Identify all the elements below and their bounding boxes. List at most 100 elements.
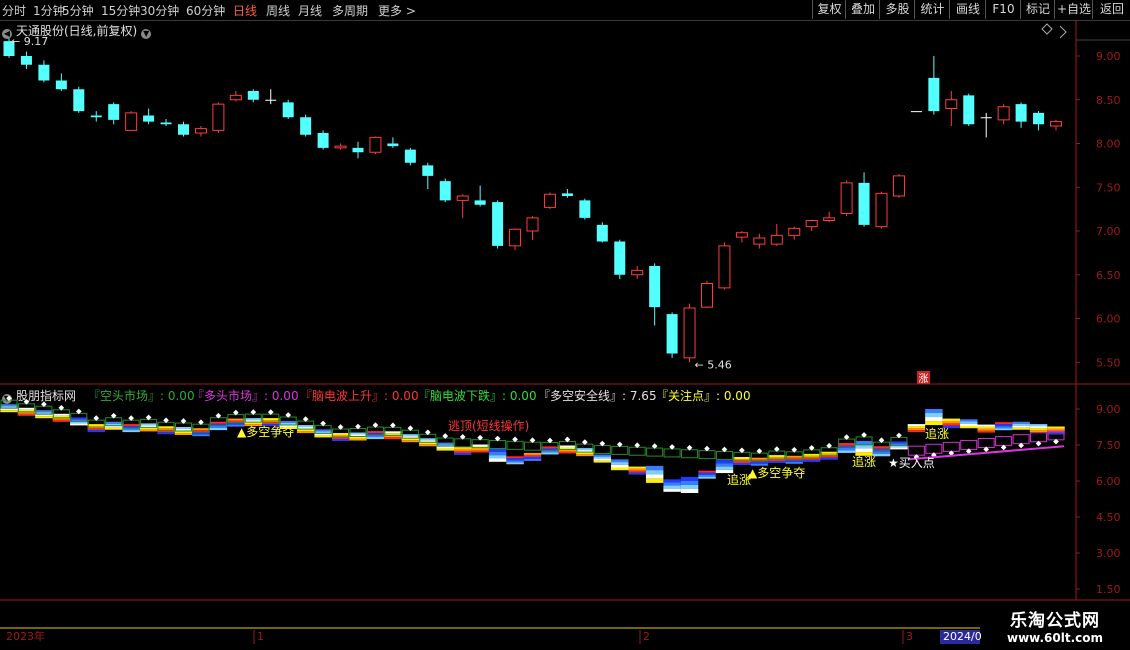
heat-band-cell	[401, 440, 420, 443]
candle-body	[300, 117, 312, 135]
heat-band-cell	[349, 432, 367, 435]
candle-body	[561, 193, 573, 196]
heat-band-cell	[925, 413, 943, 418]
heat-band-cell	[715, 463, 734, 467]
heat-band-cell	[837, 450, 856, 453]
heat-band-cell	[366, 437, 385, 440]
heat-band-cell	[488, 448, 507, 452]
heat-band-cell	[820, 451, 838, 454]
bull-box	[1030, 432, 1048, 443]
heat-band-cell	[35, 416, 53, 419]
bear-box	[593, 445, 611, 455]
heat-band-cell	[977, 428, 995, 431]
heat-band-cell	[87, 430, 105, 433]
heat-band-cell	[960, 419, 978, 422]
heat-band-cell	[454, 450, 472, 453]
bull-box	[925, 443, 943, 454]
price-tick-label: 8.50	[1096, 94, 1121, 107]
time-axis-label: 3	[906, 630, 913, 643]
heat-band-cell	[750, 457, 769, 460]
candle-body	[265, 99, 277, 101]
heat-band-cell	[192, 434, 210, 437]
candle-body	[805, 220, 818, 228]
heat-band-cell	[628, 468, 646, 471]
heat-band-cell	[523, 458, 542, 461]
candle-body	[892, 175, 905, 197]
heat-band-cell	[803, 453, 821, 456]
indicator-annotation-0: ▲多空争夺	[237, 425, 294, 439]
bear-box	[524, 441, 541, 451]
candle-body	[247, 91, 259, 100]
heat-band-cell	[401, 434, 420, 437]
heat-band-cell	[855, 448, 873, 453]
candle-body	[334, 145, 347, 149]
max-price-label: ← 9.17	[11, 35, 48, 48]
candle-body	[788, 227, 801, 236]
indicator-annotation-6: ★买入点	[888, 456, 935, 470]
candle-body	[229, 94, 242, 101]
candle-body	[90, 115, 102, 118]
heat-band-cell	[663, 479, 681, 483]
heat-band-cell	[576, 454, 594, 457]
heat-band-cell	[1012, 423, 1030, 426]
heat-band-cell	[244, 418, 263, 421]
heat-band-cell	[715, 460, 734, 464]
candle-body	[73, 89, 85, 112]
indicator-annotation-3: 追涨	[727, 472, 751, 487]
heat-band-cell	[907, 428, 926, 431]
heat-band-cell	[837, 443, 856, 446]
heat-band-cell	[890, 447, 908, 450]
bull-box	[960, 439, 978, 450]
candle-body	[980, 117, 992, 119]
heat-band-cell	[314, 429, 332, 432]
heat-band-cell	[436, 446, 454, 449]
indicator-annotation-2: 逃顶(短线操作)	[448, 418, 529, 433]
heat-band-cell	[785, 455, 803, 458]
heat-band-cell	[925, 409, 943, 414]
bull-box	[977, 438, 995, 449]
candle-body	[143, 115, 155, 122]
heat-band-cell	[907, 426, 926, 429]
time-axis-label: 2023年	[6, 629, 45, 643]
heat-band-cell	[488, 451, 507, 456]
heat-band-cell	[17, 407, 36, 410]
heat-band-cell	[715, 466, 734, 470]
heat-band-cell	[1047, 432, 1065, 435]
candle-body	[631, 269, 644, 276]
heat-band-cell	[733, 461, 751, 463]
kline-chart: 9.00 8.50 8.00 7.50 7.00 6.50 6.00 5.50 ← 9.17 ← …	[0, 20, 1130, 644]
heat-band-cell	[419, 438, 437, 441]
heat-band-cell	[750, 461, 769, 464]
heat-band-cell	[977, 424, 995, 427]
candle-body	[387, 143, 399, 147]
candle-body	[456, 195, 469, 201]
heat-band-cell	[314, 435, 332, 438]
indicator-annotation-4: 追涨	[852, 454, 876, 469]
heat-band-cell	[471, 448, 489, 451]
heat-band-cell	[907, 424, 926, 427]
heat-band-cell	[157, 432, 175, 435]
chevron-right-icon	[1059, 25, 1067, 39]
heat-band-cell	[890, 441, 908, 444]
candle-body	[492, 202, 504, 246]
heat-band-cell	[855, 440, 873, 445]
heat-band-cell	[506, 456, 524, 459]
bull-box	[1012, 434, 1030, 445]
price-tick-label: 6.00	[1096, 313, 1121, 326]
heat-band-cell	[227, 418, 245, 421]
heat-band-cell	[611, 459, 629, 463]
bear-box	[698, 450, 716, 460]
heat-band-cell	[680, 484, 699, 489]
time-axis-label: 1	[257, 630, 264, 643]
candle-body	[317, 133, 329, 148]
heat-band-cell	[733, 457, 751, 459]
heat-band-cell	[593, 454, 612, 457]
heat-band-cell	[454, 452, 472, 455]
candle-body	[160, 122, 172, 125]
candle-body	[352, 147, 364, 153]
candle-body	[20, 56, 32, 65]
heat-band-cell	[994, 426, 1013, 429]
heat-band-cell	[52, 413, 71, 416]
candle-body	[701, 283, 713, 308]
heat-band-cell	[628, 466, 646, 469]
